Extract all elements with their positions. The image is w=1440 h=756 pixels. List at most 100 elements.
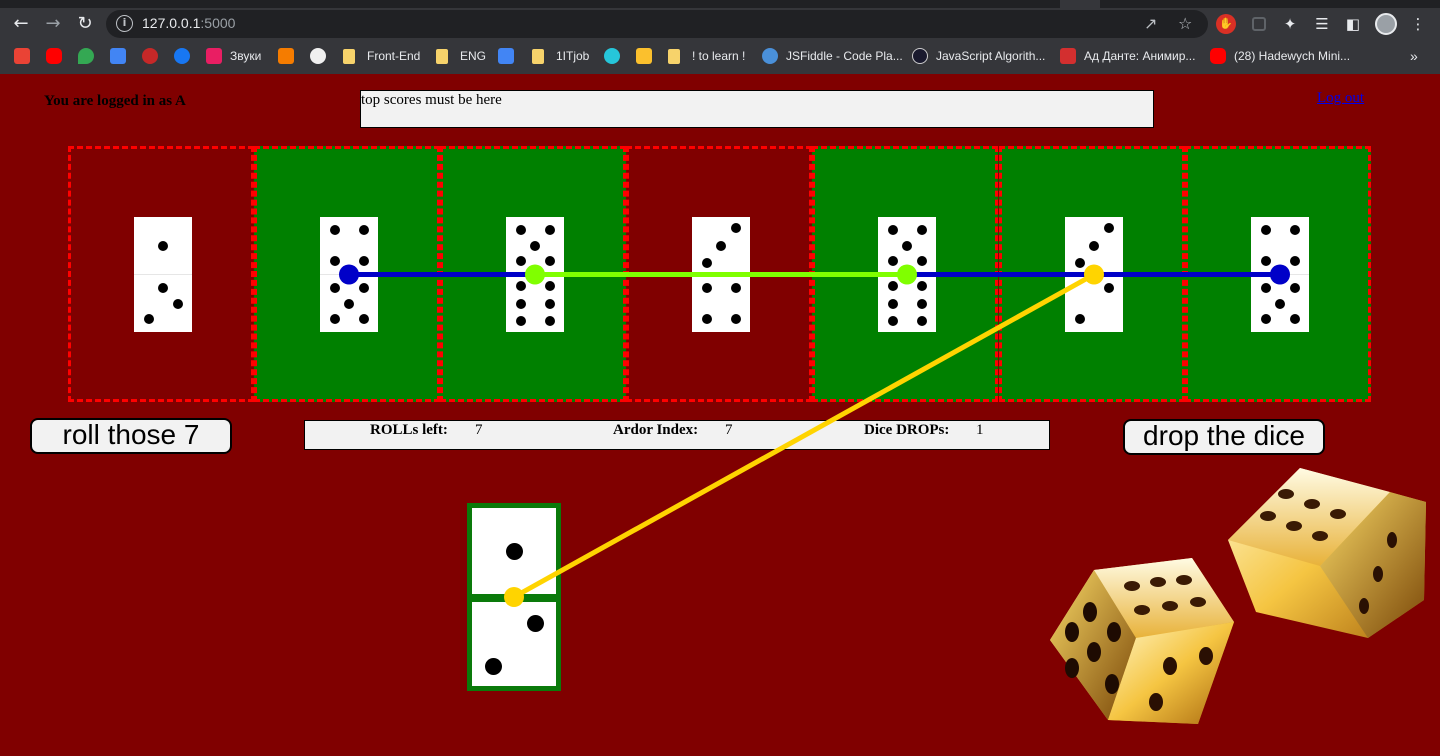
sheet-icon[interactable]	[636, 48, 652, 64]
site-info-icon[interactable]: i	[116, 15, 133, 32]
bookmark-label: ENG	[460, 49, 487, 63]
bookmark-hadewych[interactable]: (28) Hadewych Mini...	[1210, 46, 1350, 66]
browser-toolbar: ← → ↻ i 127.0.0.1:5000 ↗ ☆ ✋ ✦ ☰ ◧ ⋮	[0, 8, 1440, 40]
address-bar[interactable]: i 127.0.0.1:5000 ↗ ☆	[106, 10, 1208, 38]
board-cell[interactable]	[68, 146, 254, 402]
bookmark-js-algorithms[interactable]: JavaScript Algorith...	[912, 46, 1045, 66]
cube-icon[interactable]	[278, 48, 294, 64]
domino[interactable]	[692, 217, 750, 332]
url-port: :5000	[200, 15, 236, 31]
pip	[1289, 314, 1300, 325]
bookmark-sounds[interactable]: Звуки	[206, 46, 261, 66]
back-icon[interactable]: ←	[8, 12, 34, 36]
pip	[887, 256, 898, 267]
pip	[329, 314, 340, 325]
drop-dice-button[interactable]: drop the dice	[1123, 419, 1325, 455]
domino[interactable]	[1251, 217, 1309, 332]
github-icon[interactable]	[310, 48, 326, 64]
board-cell[interactable]	[440, 146, 626, 402]
pip	[902, 240, 912, 251]
translate-icon[interactable]	[110, 48, 126, 64]
facebook-icon[interactable]	[174, 48, 190, 64]
bookmark-dante[interactable]: Ад Данте: Анимир...	[1060, 46, 1195, 66]
domino-divider	[472, 594, 556, 602]
bookmark-label: JSFiddle - Code Pla...	[786, 49, 903, 63]
share-icon[interactable]: ↗	[1144, 14, 1157, 33]
pip	[143, 314, 154, 325]
youtube-icon	[1210, 48, 1226, 64]
bookmark-star-icon[interactable]: ☆	[1178, 14, 1192, 33]
board-cell[interactable]	[999, 146, 1185, 402]
logged-in-text: You are logged in as A	[44, 93, 186, 109]
pip	[344, 298, 354, 309]
bookmark-1itjob[interactable]: 1ITjob	[532, 46, 589, 66]
pip	[701, 314, 712, 325]
board-cell[interactable]	[812, 146, 998, 402]
shield-bookmark-icon[interactable]	[142, 48, 158, 64]
logout-link[interactable]: Log out	[1317, 90, 1364, 107]
ardor-index-label: Ardor Index:	[613, 422, 699, 438]
google-translate-icon[interactable]	[498, 48, 514, 64]
active-tab[interactable]	[1060, 0, 1100, 8]
pip	[358, 314, 369, 325]
pip	[358, 282, 369, 293]
ardor-index-value: 7	[725, 422, 733, 438]
domino[interactable]	[506, 217, 564, 332]
bookmark-eng[interactable]: ENG	[436, 46, 486, 66]
youtube-icon[interactable]	[46, 48, 62, 64]
maps-icon[interactable]	[78, 48, 94, 64]
pip	[329, 224, 340, 235]
domino[interactable]	[134, 217, 192, 332]
domino-half-top	[878, 217, 936, 274]
browser-chrome: ← → ↻ i 127.0.0.1:5000 ↗ ☆ ✋ ✦ ☰ ◧ ⋮ Зву…	[0, 0, 1440, 74]
board-cell[interactable]	[626, 146, 812, 402]
pip	[916, 224, 927, 235]
domino-half-top	[692, 217, 750, 274]
pip	[887, 315, 898, 326]
domino-half-top	[134, 217, 192, 274]
extension-box-icon[interactable]	[1252, 17, 1266, 31]
dice-drops-label: Dice DROPs:	[864, 422, 950, 438]
forward-icon[interactable]: →	[40, 12, 66, 36]
extension-shield-icon[interactable]: ✋	[1216, 14, 1236, 34]
pip	[916, 298, 927, 309]
url-text: 127.0.0.1:5000	[142, 15, 235, 31]
pip	[158, 240, 168, 251]
pip	[544, 315, 555, 326]
pip	[1074, 314, 1085, 325]
reload-icon[interactable]: ↻	[72, 12, 98, 36]
domino[interactable]	[1065, 217, 1123, 332]
dropped-domino-half-top	[472, 508, 556, 594]
dice-board	[68, 146, 1371, 402]
more-bookmarks-icon[interactable]: »	[1410, 46, 1418, 66]
bookmark-jsfiddle[interactable]: JSFiddle - Code Pla...	[762, 46, 903, 66]
pip	[916, 256, 927, 267]
domino-half-bottom	[320, 274, 378, 331]
domino-half-bottom	[1065, 274, 1123, 331]
pip	[1074, 257, 1085, 268]
stats-bar: ROLLs left: 7 Ardor Index: 7 Dice DROPs:…	[304, 420, 1050, 450]
profile-avatar[interactable]	[1375, 13, 1397, 35]
domino-half-top	[506, 217, 564, 274]
roll-button[interactable]: roll those 7	[30, 418, 232, 454]
pip	[916, 315, 927, 326]
board-cell[interactable]	[1185, 146, 1371, 402]
pip	[887, 281, 898, 292]
browser-menu-icon[interactable]: ⋮	[1408, 14, 1428, 34]
chat-icon[interactable]	[604, 48, 620, 64]
side-panel-icon[interactable]: ◧	[1343, 14, 1363, 34]
domino[interactable]	[320, 217, 378, 332]
pip	[887, 224, 898, 235]
pip	[1260, 224, 1271, 235]
pip	[1289, 224, 1300, 235]
dropped-domino[interactable]	[467, 503, 561, 691]
extensions-puzzle-icon[interactable]: ✦	[1280, 14, 1300, 34]
gmail-icon[interactable]	[14, 48, 30, 64]
url-host: 127.0.0.1	[142, 15, 201, 31]
media-control-icon[interactable]: ☰	[1312, 14, 1332, 34]
domino[interactable]	[878, 217, 936, 332]
bookmark-front-end[interactable]: Front-End	[343, 46, 420, 66]
pip	[1289, 256, 1300, 267]
bookmark-to-learn[interactable]: ! to learn !	[668, 46, 745, 66]
board-cell[interactable]	[254, 146, 440, 402]
